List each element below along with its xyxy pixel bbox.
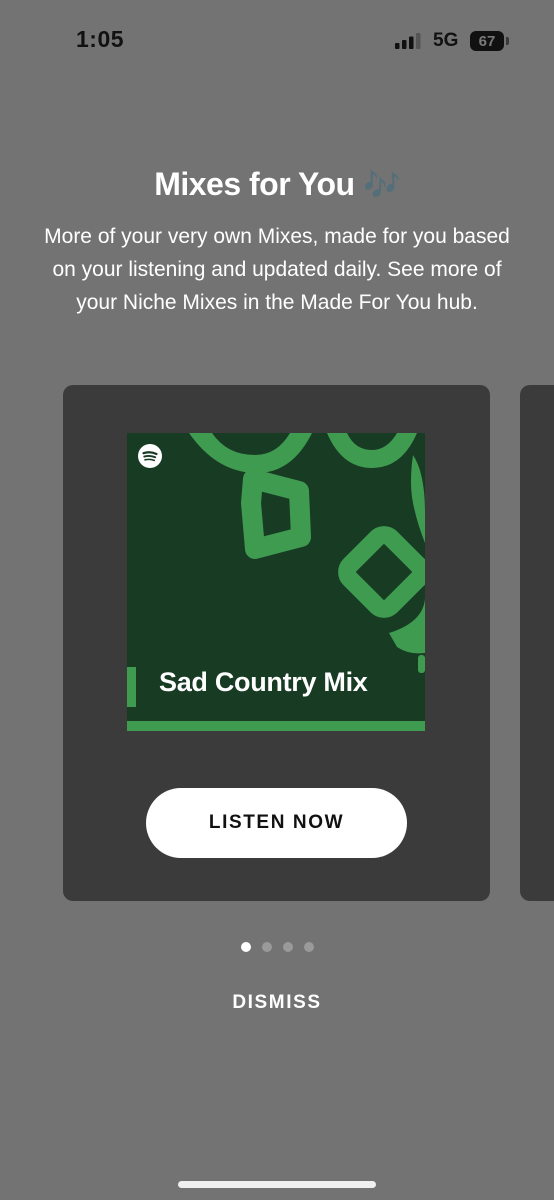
page-title: Mixes for You 🎶	[0, 166, 554, 203]
page-dot[interactable]	[282, 942, 293, 952]
mix-cover-art[interactable]: Sad Country Mix	[127, 433, 425, 731]
cover-title: Sad Country Mix	[159, 667, 368, 697]
home-indicator[interactable]	[178, 1181, 376, 1188]
dismiss-button[interactable]: DISMISS	[177, 984, 377, 1022]
battery-cap	[506, 37, 509, 45]
spotify-logo-icon	[138, 444, 162, 468]
promo-description: More of your very own Mixes, made for yo…	[44, 225, 510, 314]
page-dot[interactable]	[240, 942, 251, 952]
status-time: 1:05	[76, 26, 125, 52]
next-mix-card-peek[interactable]	[520, 385, 554, 901]
title-text: Mixes for You	[154, 166, 355, 202]
cover-bottom-bar	[127, 721, 425, 731]
cellular-signal-icon	[395, 33, 421, 49]
battery-level: 67	[478, 32, 496, 50]
mix-card[interactable]: Sad Country Mix LISTEN NOW	[63, 385, 490, 901]
page-dot[interactable]	[261, 942, 272, 952]
network-type: 5G	[433, 30, 459, 51]
pagination-dots	[0, 942, 554, 952]
battery-icon: 67	[470, 31, 504, 51]
cover-accent-bar	[127, 667, 136, 707]
listen-now-button[interactable]: LISTEN NOW	[146, 788, 407, 858]
page-dot[interactable]	[303, 942, 314, 952]
music-notes-icon: 🎶	[362, 169, 400, 202]
status-bar: 1:05 5G 67	[0, 0, 554, 80]
